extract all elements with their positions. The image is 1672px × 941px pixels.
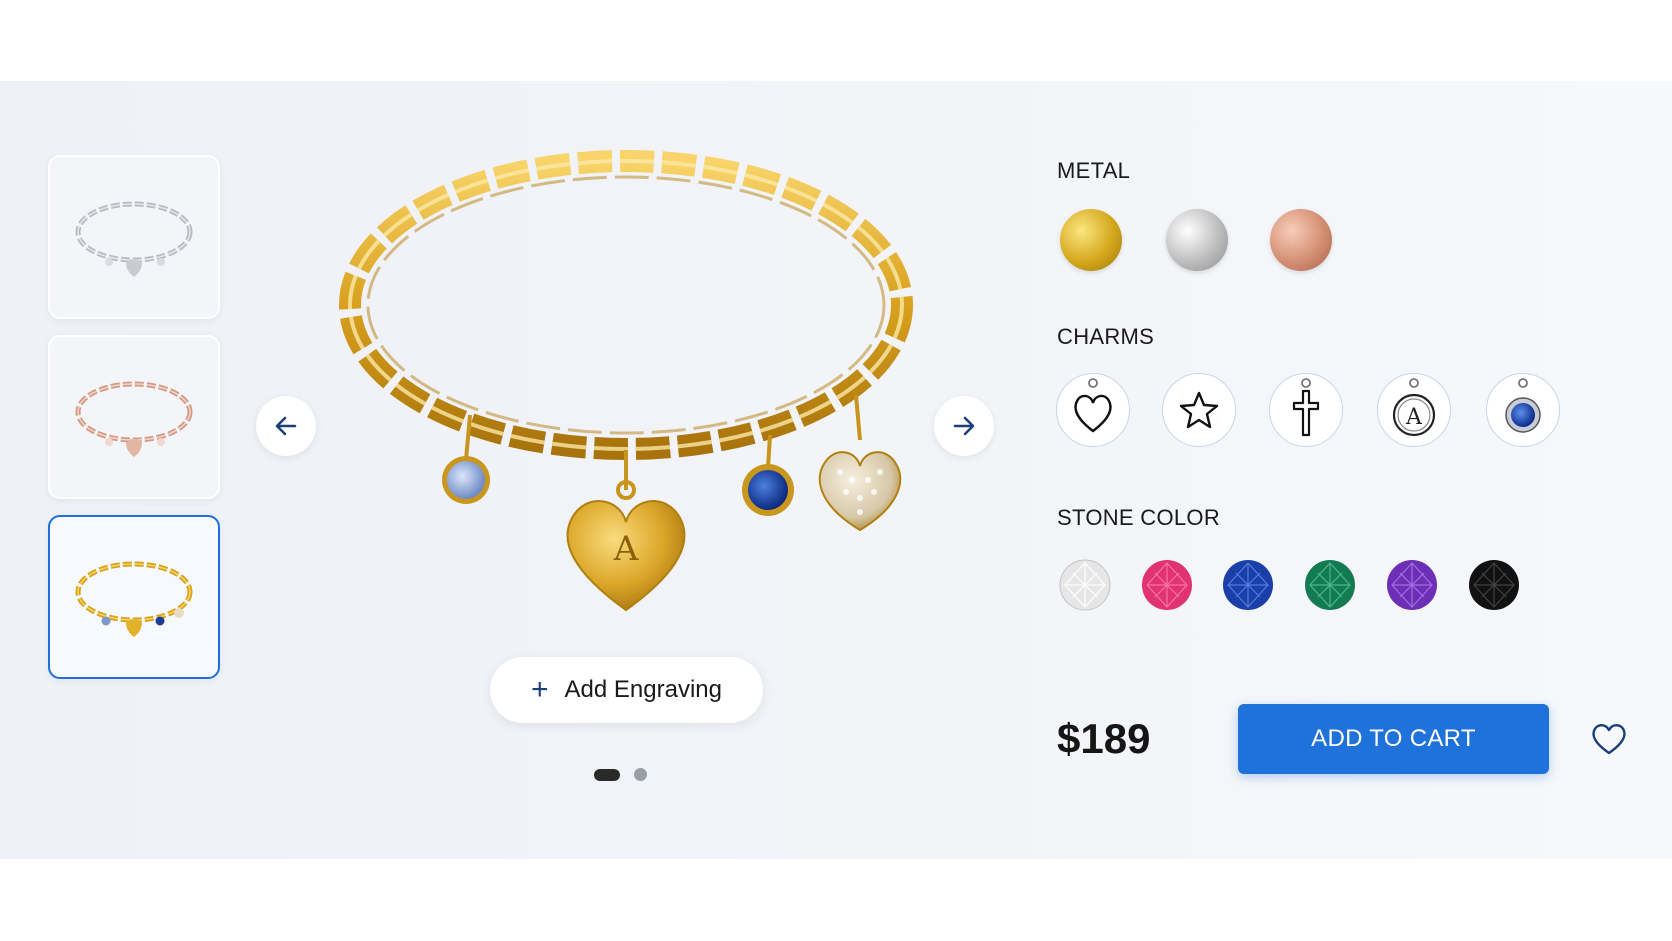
carousel-pagination bbox=[594, 768, 647, 781]
rose-gold-bracelet-image bbox=[75, 381, 193, 457]
charm-option-heart[interactable] bbox=[1056, 373, 1130, 447]
thumbnail-silver-bracelet[interactable] bbox=[48, 155, 220, 319]
letter-charm-icon: A bbox=[1392, 378, 1436, 437]
plus-icon: + bbox=[531, 673, 549, 706]
charm-option-cross[interactable] bbox=[1269, 373, 1343, 447]
metal-swatch-rose-gold[interactable] bbox=[1270, 209, 1332, 271]
cross-charm-icon bbox=[1292, 378, 1320, 437]
add-engraving-button[interactable]: + Add Engraving bbox=[490, 657, 763, 723]
thumbnail-gold-bracelet[interactable] bbox=[48, 515, 220, 679]
stone-option-blue[interactable] bbox=[1222, 559, 1274, 611]
charm-option-star[interactable] bbox=[1162, 373, 1236, 447]
stone-option-black[interactable] bbox=[1468, 559, 1520, 611]
main-product-image: A bbox=[339, 150, 913, 612]
charms-label: CHARMS bbox=[1057, 324, 1155, 349]
stone-color-label: STONE COLOR bbox=[1057, 505, 1221, 530]
carousel-dot-active[interactable] bbox=[594, 768, 620, 781]
gold-bracelet-image bbox=[75, 561, 193, 637]
stone-option-green[interactable] bbox=[1304, 559, 1356, 611]
add-engraving-label: Add Engraving bbox=[564, 676, 722, 703]
silver-bracelet-image bbox=[75, 201, 193, 277]
birthstone-charm-icon bbox=[1505, 378, 1541, 433]
metal-swatch-gold[interactable] bbox=[1060, 209, 1122, 271]
previous-image-button[interactable] bbox=[256, 396, 316, 456]
charm-option-letter[interactable]: A bbox=[1377, 373, 1451, 447]
charm-option-birthstone[interactable] bbox=[1486, 373, 1560, 447]
carousel-dot[interactable] bbox=[634, 768, 647, 781]
price: $189 bbox=[1057, 715, 1151, 762]
star-charm-icon bbox=[1179, 391, 1219, 429]
stone-option-clear[interactable] bbox=[1059, 559, 1111, 611]
next-image-button[interactable] bbox=[934, 396, 994, 456]
letter-charm-glyph: A bbox=[1405, 405, 1423, 430]
metal-swatch-silver[interactable] bbox=[1166, 209, 1228, 271]
thumbnail-rose-gold-bracelet[interactable] bbox=[48, 335, 220, 499]
heart-charm-icon bbox=[1074, 378, 1112, 433]
engraving-letter: A bbox=[613, 529, 639, 569]
arrow-left-icon bbox=[275, 416, 297, 436]
stone-option-purple[interactable] bbox=[1386, 559, 1438, 611]
stone-option-pink[interactable] bbox=[1141, 559, 1193, 611]
metal-label: METAL bbox=[1057, 158, 1131, 183]
arrow-right-icon bbox=[953, 416, 975, 436]
add-to-cart-button[interactable]: ADD TO CART bbox=[1238, 704, 1549, 774]
favorite-heart-icon[interactable] bbox=[1590, 720, 1628, 756]
